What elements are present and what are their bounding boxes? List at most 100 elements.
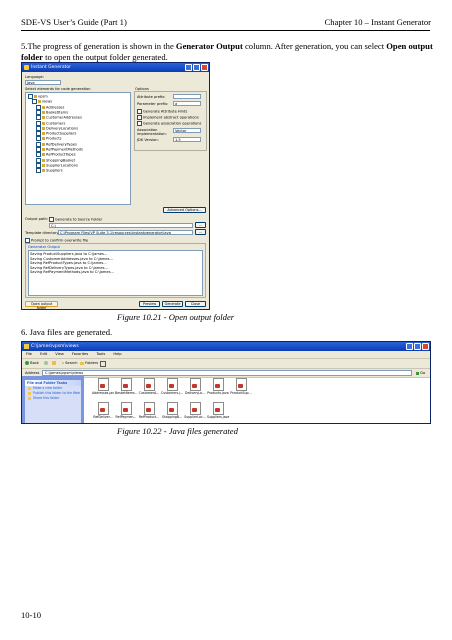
- tree-item-label: ProductSuppliers: [46, 131, 77, 136]
- tree-item[interactable]: Addresses: [36, 104, 64, 110]
- tree-item[interactable]: ProductSuppliers: [36, 131, 77, 137]
- generate-button[interactable]: Generate: [162, 301, 183, 307]
- maximize-button[interactable]: [193, 64, 200, 71]
- checkbox[interactable]: [137, 109, 142, 114]
- java-file[interactable]: DeliveryLo...: [184, 378, 206, 395]
- bold-term: Generator Output: [175, 41, 243, 51]
- java-file[interactable]: CustomerA...: [138, 378, 160, 395]
- back-button[interactable]: Back: [25, 361, 39, 365]
- jdk-select[interactable]: 1.5: [173, 137, 201, 142]
- minimize-button[interactable]: [406, 343, 413, 350]
- attribute-prefix-input[interactable]: [173, 94, 201, 99]
- option-association-ops[interactable]: Generate association operations: [137, 121, 201, 126]
- java-file[interactable]: Products.java: [207, 378, 229, 395]
- advanced-options-button[interactable]: Advanced Options...: [163, 207, 206, 213]
- up-button[interactable]: [52, 361, 56, 365]
- java-file[interactable]: ShoppingB...: [161, 402, 183, 419]
- java-file[interactable]: Addresses.java: [92, 378, 114, 395]
- tree-item[interactable]: CustomerAddresses: [36, 115, 82, 121]
- tree-item[interactable]: Customers: [36, 120, 65, 126]
- checkbox[interactable]: [36, 168, 41, 174]
- file-name: RefPaymen...: [115, 415, 137, 419]
- checkbox[interactable]: [36, 162, 41, 168]
- checkbox[interactable]: [36, 109, 41, 115]
- checkbox[interactable]: [28, 94, 33, 99]
- source-folder-option[interactable]: Generate to Source Folder: [49, 217, 102, 222]
- menu-view[interactable]: View: [55, 352, 64, 356]
- checkbox[interactable]: [36, 131, 41, 137]
- java-file[interactable]: Suppliers.java: [207, 402, 229, 419]
- language-select[interactable]: Java: [25, 80, 61, 85]
- checkbox[interactable]: [36, 125, 41, 131]
- address-input[interactable]: C:\james\vpsm\views: [42, 370, 412, 376]
- preview-button[interactable]: Preview: [139, 301, 160, 307]
- association-select[interactable]: Vector: [173, 128, 201, 133]
- template-dir-input[interactable]: C:\Program Files\VP Suite 3.1\resources\…: [58, 230, 193, 235]
- checkbox[interactable]: [36, 115, 41, 121]
- tree-item[interactable]: ShoppingBasket: [36, 157, 75, 163]
- checkbox[interactable]: [36, 147, 41, 152]
- tree-item[interactable]: Suppliers: [36, 168, 63, 174]
- class-icon: [42, 126, 45, 130]
- checkbox[interactable]: [137, 115, 142, 120]
- tree-item[interactable]: views: [32, 99, 52, 105]
- task-share-folder[interactable]: Share this folder: [25, 396, 81, 401]
- browse-template-button[interactable]: ...: [195, 229, 206, 235]
- tree-item[interactable]: RefDeliveryTypes: [36, 141, 77, 147]
- java-file[interactable]: RefProduct...: [138, 402, 160, 419]
- java-file[interactable]: RefDeliver...: [92, 402, 114, 419]
- views-button[interactable]: [100, 361, 106, 367]
- open-output-folder-button[interactable]: Open output folder: [25, 301, 58, 310]
- checkbox[interactable]: [36, 141, 41, 147]
- browse-output-button[interactable]: ...: [195, 222, 206, 228]
- parameter-prefix-input[interactable]: a: [173, 101, 201, 106]
- java-file[interactable]: BasketItems...: [115, 378, 137, 395]
- menu-help[interactable]: Help: [113, 352, 121, 356]
- tree-item[interactable]: DeliveryLocations: [36, 125, 78, 131]
- java-file[interactable]: ProductSup...: [230, 378, 252, 395]
- minimize-button[interactable]: [185, 64, 192, 71]
- go-button[interactable]: Go: [416, 371, 425, 375]
- java-file[interactable]: SupplierLoc...: [184, 402, 206, 419]
- explorer-window: C:\james\vpsm\views File Edit View Favor…: [21, 341, 431, 424]
- checkbox[interactable]: [137, 121, 142, 126]
- folders-label: Folders: [85, 361, 99, 365]
- checkbox[interactable]: [36, 157, 41, 163]
- checkbox[interactable]: [32, 99, 37, 105]
- element-tree[interactable]: vpsm views Addresses BasketItems CustomerAdd…: [25, 92, 131, 205]
- close-window-button[interactable]: [201, 64, 208, 71]
- tree-item[interactable]: SupplierLocations: [36, 162, 78, 168]
- checkbox[interactable]: [36, 152, 41, 158]
- menu-favorites[interactable]: Favorites: [72, 352, 88, 356]
- output-path-input[interactable]: C:\: [49, 223, 193, 228]
- menu-file[interactable]: File: [26, 352, 32, 356]
- java-file[interactable]: Customers.j...: [161, 378, 183, 395]
- search-button[interactable]: ⌕ Search: [62, 361, 78, 365]
- checkbox[interactable]: [36, 104, 41, 110]
- forward-button[interactable]: [44, 361, 48, 365]
- package-icon: [38, 100, 41, 104]
- menu-tools[interactable]: Tools: [96, 352, 105, 356]
- java-file[interactable]: RefPaymen...: [115, 402, 137, 419]
- checkbox[interactable]: [36, 136, 41, 142]
- folders-button[interactable]: Folders: [80, 361, 98, 365]
- menu-edit[interactable]: Edit: [40, 352, 47, 356]
- template-dir-label: Template directory:: [25, 231, 60, 235]
- tree-item-label: RefProductTypes: [46, 152, 76, 157]
- generator-output-log[interactable]: Saving ProductSuppliers.java to C:\james…: [28, 250, 203, 296]
- option-attribute-hints[interactable]: Generate Attribute Hints: [137, 109, 187, 114]
- option-abstract-ops[interactable]: Implement abstract operations: [137, 115, 199, 120]
- go-label: Go: [420, 371, 426, 375]
- close-window-button[interactable]: [422, 343, 429, 350]
- tree-item[interactable]: RefPaymentMethods: [36, 147, 83, 152]
- maximize-button[interactable]: [414, 343, 421, 350]
- checkbox[interactable]: [36, 120, 41, 126]
- tree-item[interactable]: vpsm: [28, 94, 48, 99]
- tree-item[interactable]: RefProductTypes: [36, 152, 76, 158]
- class-icon: [42, 110, 45, 114]
- checkbox[interactable]: [49, 217, 54, 222]
- tree-item[interactable]: Products: [36, 136, 62, 142]
- close-button[interactable]: Close: [185, 301, 206, 307]
- tree-item[interactable]: BasketItems: [36, 109, 68, 115]
- file-name: ShoppingB...: [161, 415, 183, 419]
